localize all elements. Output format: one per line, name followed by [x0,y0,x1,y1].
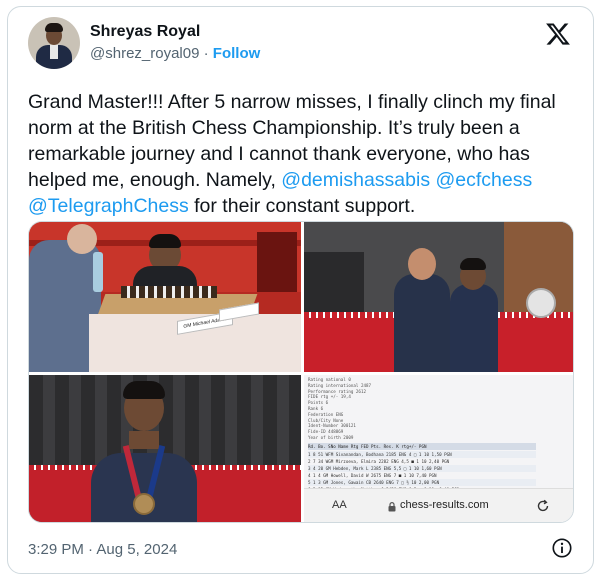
tweet-date: Aug 5, 2024 [96,541,178,558]
table-row[interactable]: 3 4 20 GM Hebden, Mark L 2385 ENG 5,5 □ … [308,465,536,472]
author-handle[interactable]: @shrez_royal09 [90,45,199,62]
table-row[interactable]: 1 8 51 WFM Sivanandan, Bodhana 2185 ENG … [308,451,536,458]
table-row[interactable]: 5 1 3 GM Jones, Gawain CB 2640 ENG 7 □ ½… [308,479,536,486]
photo-chess-game[interactable]: GM Michael Adams [29,222,301,372]
author-avatar[interactable] [28,17,80,69]
browser-address-bar[interactable]: AA chess-results.com [304,488,573,522]
player-detail-line: Rating international 2487 [308,382,372,388]
player-detail-line: FIDE rtg +/- 19,4 [308,394,351,400]
timestamp-separator: · [83,541,97,558]
player-detail-line: Fide-ID 448869 [308,429,344,435]
player-detail-line: Rank 6 [308,406,324,411]
author-name[interactable]: Shreyas Royal [90,23,200,41]
player-details: Rating national 0 Rating international 24… [304,375,573,441]
media-grid: GM Michael Adams Rating national 0 Ratin… [28,221,574,523]
tweet-timestamp[interactable]: 3:29 PM · Aug 5, 2024 [28,541,177,558]
player-detail-line: Club/City None [308,417,344,423]
author-handle-row: @shrez_royal09 · Follow [90,45,260,62]
photo-two-people[interactable] [304,222,573,372]
avatar-shirt [50,45,58,59]
player-detail-line: Federation ENG [308,411,344,417]
screenshot-chess-results[interactable]: Rating national 0 Rating international 24… [304,375,573,522]
player-detail-line: Ident-Number 300121 [308,423,356,429]
table-row[interactable]: 2 7 34 WGM Mirzoeva, Elmira 2282 ENG 4,5… [308,458,536,465]
mention-link[interactable]: @ecfchess [436,169,533,191]
lock-icon [388,502,396,512]
table-row[interactable]: 4 1 4 GM Howell, David W 2675 ENG 7 ■ 1 … [308,472,536,479]
follow-button[interactable]: Follow [213,45,261,62]
player-detail-line: Year of birth 2009 [308,435,354,440]
avatar-hair [45,23,63,32]
tweet-text-end: for their constant support. [188,195,416,217]
player-detail-line: Rating national 0 [308,377,351,382]
reload-icon[interactable] [536,499,550,513]
url-text[interactable]: chess-results.com [400,499,489,511]
mention-link[interactable]: @TelegraphChess [28,195,189,217]
mention-link[interactable]: @demishassabis [281,169,430,191]
handle-separator: · [199,45,213,62]
tweet-time: 3:29 PM [28,541,84,558]
info-icon[interactable] [551,537,573,559]
text-size-button[interactable]: AA [332,499,347,511]
player-detail-line: Points 6 [308,400,329,406]
results-column-headers: Rd. Bo. SNo Name Rtg FED Pts. Res. K rtg… [308,443,536,450]
x-logo-icon[interactable] [545,21,571,47]
photo-medal[interactable] [29,375,301,522]
tweet-text: Grand Master!!! After 5 narrow misses, I… [28,89,588,219]
results-table: 1 8 51 WFM Sivanandan, Bodhana 2185 ENG … [304,451,573,491]
tweet-card: Shreyas Royal @shrez_royal09 · Follow Gr… [7,6,594,574]
player-detail-line: Performance rating 2612 [308,388,366,394]
